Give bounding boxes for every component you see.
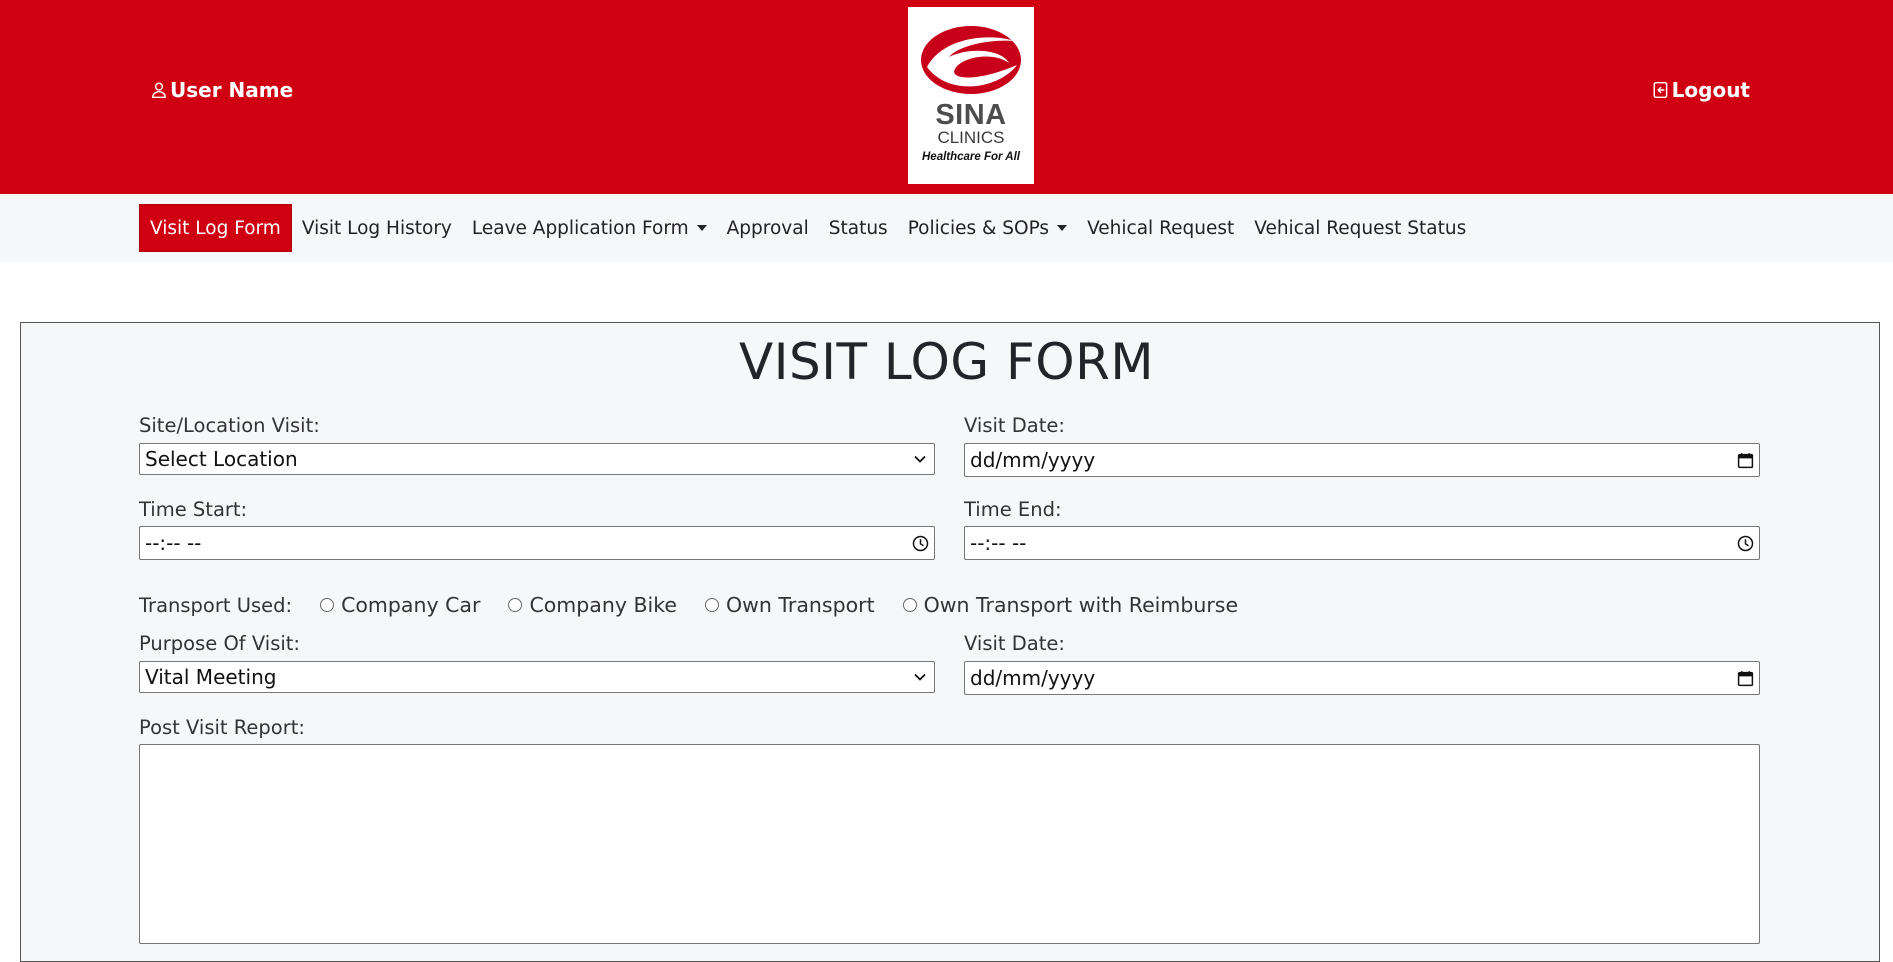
sina-clinics-logo: SINA CLINICS Healthcare For All	[908, 7, 1034, 184]
time-end-input[interactable]: --:-- --	[964, 526, 1760, 560]
logout-label: Logout	[1671, 78, 1750, 102]
time-start-input[interactable]: --:-- --	[139, 526, 935, 560]
calendar-icon[interactable]	[1736, 451, 1754, 469]
time-end-label: Time End:	[964, 498, 1062, 521]
user-icon	[152, 82, 166, 99]
page-title: VISIT LOG FORM	[739, 333, 1154, 391]
post-visit-report-textarea[interactable]	[139, 744, 1760, 944]
nav-item-vehical-request-status[interactable]: Vehical Request Status	[1244, 204, 1476, 252]
nav-item-policies-sops[interactable]: Policies & SOPs	[898, 204, 1077, 252]
transport-option-company-car[interactable]: Company Car	[320, 593, 480, 617]
purpose-label: Purpose Of Visit:	[139, 632, 300, 655]
time-start-label: Time Start:	[139, 498, 248, 521]
logo-subbrand: CLINICS	[937, 128, 1005, 147]
nav-menu: Visit Log Form Visit Log History Leave A…	[139, 204, 1476, 252]
clock-icon[interactable]	[1736, 534, 1754, 552]
header-bar: User Name SINA CLINICS Healthcare For Al…	[0, 0, 1893, 194]
transport-option-own-transport[interactable]: Own Transport	[705, 593, 875, 617]
logout-button[interactable]: Logout	[1652, 77, 1750, 103]
chevron-down-icon	[911, 450, 929, 468]
post-visit-report-label: Post Visit Report:	[139, 716, 305, 739]
logo-swoosh-icon	[921, 26, 1021, 94]
radio-button[interactable]	[705, 598, 719, 612]
logo-tagline: Healthcare For All	[922, 151, 1020, 163]
nav-item-visit-log-history[interactable]: Visit Log History	[292, 204, 462, 252]
site-location-label: Site/Location Visit:	[139, 414, 320, 437]
nav-item-visit-log-form[interactable]: Visit Log Form	[139, 204, 292, 252]
chevron-down-icon	[911, 668, 929, 686]
logo-brand: SINA	[935, 99, 1007, 131]
visit-date-input[interactable]: dd/mm/yyyy	[964, 443, 1760, 477]
user-name: User Name	[170, 78, 294, 102]
nav-item-vehical-request[interactable]: Vehical Request	[1077, 204, 1244, 252]
transport-option-company-bike[interactable]: Company Bike	[508, 593, 677, 617]
calendar-icon[interactable]	[1736, 669, 1754, 687]
caret-down-icon	[1057, 225, 1068, 231]
logout-icon	[1653, 81, 1668, 99]
transport-option-own-transport-reimburse[interactable]: Own Transport with Reimburse	[902, 593, 1238, 617]
visit-date-2-input[interactable]: dd/mm/yyyy	[964, 661, 1760, 695]
visit-date-2-label: Visit Date:	[964, 632, 1065, 655]
user-menu[interactable]: User Name	[150, 77, 293, 103]
visit-date-label: Visit Date:	[964, 414, 1065, 437]
transport-label: Transport Used:	[139, 593, 293, 617]
site-location-select[interactable]: Select Location	[139, 443, 935, 475]
clock-icon[interactable]	[911, 534, 929, 552]
main-navbar: Visit Log Form Visit Log History Leave A…	[0, 194, 1893, 262]
radio-button[interactable]	[902, 598, 917, 612]
nav-item-status[interactable]: Status	[819, 204, 898, 252]
caret-down-icon	[696, 225, 707, 231]
purpose-select[interactable]: Vital Meeting	[139, 661, 935, 693]
transport-radio-group: Transport Used: Company Car Company Bike…	[139, 590, 1266, 620]
radio-button[interactable]	[508, 598, 523, 612]
nav-item-leave-application-form[interactable]: Leave Application Form	[462, 204, 717, 252]
nav-item-approval[interactable]: Approval	[717, 204, 819, 252]
radio-button[interactable]	[320, 598, 335, 612]
